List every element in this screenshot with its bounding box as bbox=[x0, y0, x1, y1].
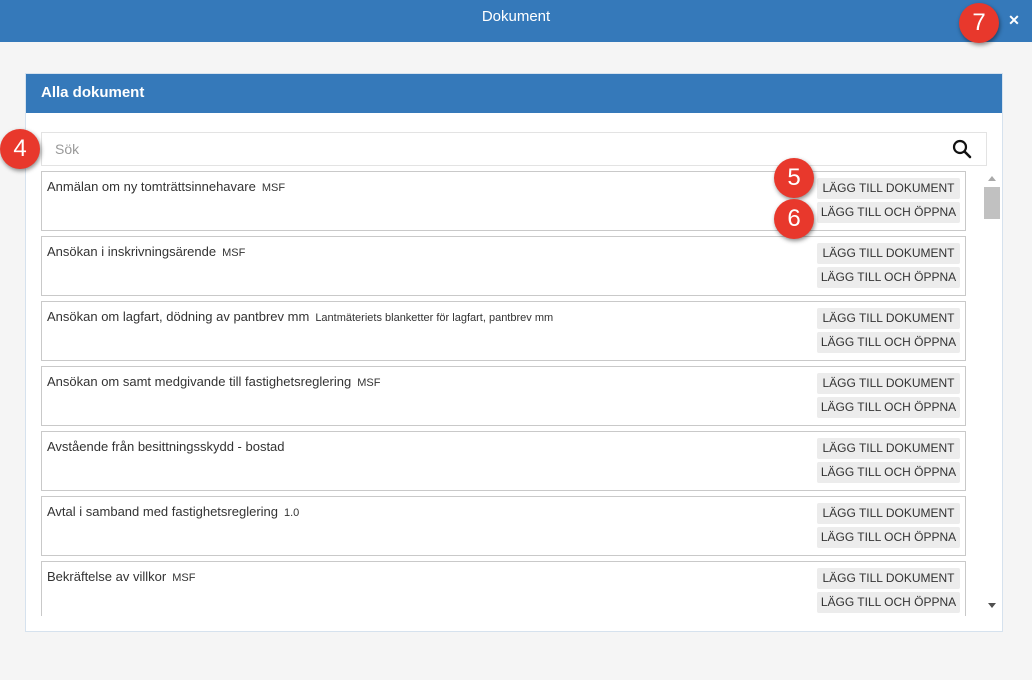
document-row: Ansökan i inskrivningsärende MSF LÄGG TILL… bbox=[41, 236, 966, 296]
document-title: Avstående från besittningsskydd - bostad bbox=[47, 439, 285, 454]
document-tag: MSF bbox=[261, 182, 286, 194]
search-bar bbox=[41, 132, 987, 166]
document-title: Ansökan i inskrivningsärende bbox=[47, 244, 217, 259]
document-title: Ansökan om samt medgivande till fastighe… bbox=[47, 374, 352, 389]
document-name: Avtal i samband med fastighetsreglering 1… bbox=[47, 504, 299, 519]
document-title: Ansökan om lagfart, dödning av pantbrev … bbox=[47, 309, 310, 324]
scroll-up-arrow-icon[interactable] bbox=[988, 176, 996, 181]
add-and-open-button[interactable]: LÄGG TILL OCH ÖPPNA bbox=[817, 462, 960, 483]
document-row: Avstående från besittningsskydd - bostad… bbox=[41, 431, 966, 491]
add-document-button[interactable]: LÄGG TILL DOKUMENT bbox=[817, 308, 960, 329]
document-row: Ansökan om lagfart, dödning av pantbrev … bbox=[41, 301, 966, 361]
panel-title: Alla dokument bbox=[41, 84, 145, 101]
annotation-marker-add: 5 bbox=[774, 158, 814, 198]
annotation-marker-add-open: 6 bbox=[774, 199, 814, 239]
document-row: Ansökan om samt medgivande till fastighe… bbox=[41, 366, 966, 426]
documents-panel: Alla dokument Anmälan om ny tomträttsinn… bbox=[25, 73, 1003, 632]
scroll-down-arrow-icon[interactable] bbox=[988, 603, 996, 608]
document-title: Anmälan om ny tomträttsinnehavare bbox=[47, 179, 256, 194]
scrollbar-thumb[interactable] bbox=[984, 187, 1000, 219]
document-name: Anmälan om ny tomträttsinnehavare MSF bbox=[47, 179, 285, 194]
document-title: Bekräftelse av villkor bbox=[47, 569, 167, 584]
panel-header: Alla dokument bbox=[26, 74, 1002, 113]
close-icon[interactable]: ✕ bbox=[1000, 6, 1028, 34]
document-tag: Lantmäteriets blanketter för lagfart, pa… bbox=[315, 312, 554, 324]
add-and-open-button[interactable]: LÄGG TILL OCH ÖPPNA bbox=[817, 202, 960, 223]
document-name: Bekräftelse av villkor MSF bbox=[47, 569, 195, 584]
annotation-marker-search: 4 bbox=[0, 129, 40, 169]
add-document-button[interactable]: LÄGG TILL DOKUMENT bbox=[817, 438, 960, 459]
document-tag: MSF bbox=[172, 572, 196, 584]
document-list: Anmälan om ny tomträttsinnehavare MSF LÄGG… bbox=[41, 171, 981, 616]
document-name: Ansökan om samt medgivande till fastighe… bbox=[47, 374, 380, 389]
document-name: Avstående från besittningsskydd - bostad bbox=[47, 439, 285, 454]
annotation-marker-close: 7 bbox=[959, 3, 999, 43]
add-and-open-button[interactable]: LÄGG TILL OCH ÖPPNA bbox=[817, 332, 960, 353]
add-and-open-button[interactable]: LÄGG TILL OCH ÖPPNA bbox=[817, 527, 960, 548]
document-row: Avtal i samband med fastighetsreglering 1… bbox=[41, 496, 966, 556]
add-document-button[interactable]: LÄGG TILL DOKUMENT bbox=[817, 503, 960, 524]
add-document-button[interactable]: LÄGG TILL DOKUMENT bbox=[817, 178, 960, 199]
add-document-button[interactable]: LÄGG TILL DOKUMENT bbox=[817, 373, 960, 394]
add-and-open-button[interactable]: LÄGG TILL OCH ÖPPNA bbox=[817, 397, 960, 418]
dialog-titlebar: Dokument ✕ bbox=[0, 0, 1032, 42]
add-and-open-button[interactable]: LÄGG TILL OCH ÖPPNA bbox=[817, 592, 960, 613]
document-name: Ansökan i inskrivningsärende MSF bbox=[47, 244, 245, 259]
add-document-button[interactable]: LÄGG TILL DOKUMENT bbox=[817, 568, 960, 589]
search-input[interactable] bbox=[42, 133, 942, 165]
dialog-title: Dokument bbox=[481, 8, 551, 25]
document-title: Avtal i samband med fastighetsreglering bbox=[47, 504, 278, 519]
document-row: Bekräftelse av villkor MSF LÄGG TILL DOKUM… bbox=[41, 561, 966, 616]
add-document-button[interactable]: LÄGG TILL DOKUMENT bbox=[817, 243, 960, 264]
document-tag: MSF bbox=[357, 377, 381, 389]
add-and-open-button[interactable]: LÄGG TILL OCH ÖPPNA bbox=[817, 267, 960, 288]
document-tag: MSF bbox=[222, 247, 246, 259]
document-tag: 1.0 bbox=[284, 507, 300, 519]
scrollbar[interactable] bbox=[983, 171, 1001, 616]
document-name: Ansökan om lagfart, dödning av pantbrev … bbox=[47, 309, 553, 324]
document-row: Anmälan om ny tomträttsinnehavare MSF LÄGG… bbox=[41, 171, 966, 231]
search-icon[interactable] bbox=[952, 139, 972, 159]
